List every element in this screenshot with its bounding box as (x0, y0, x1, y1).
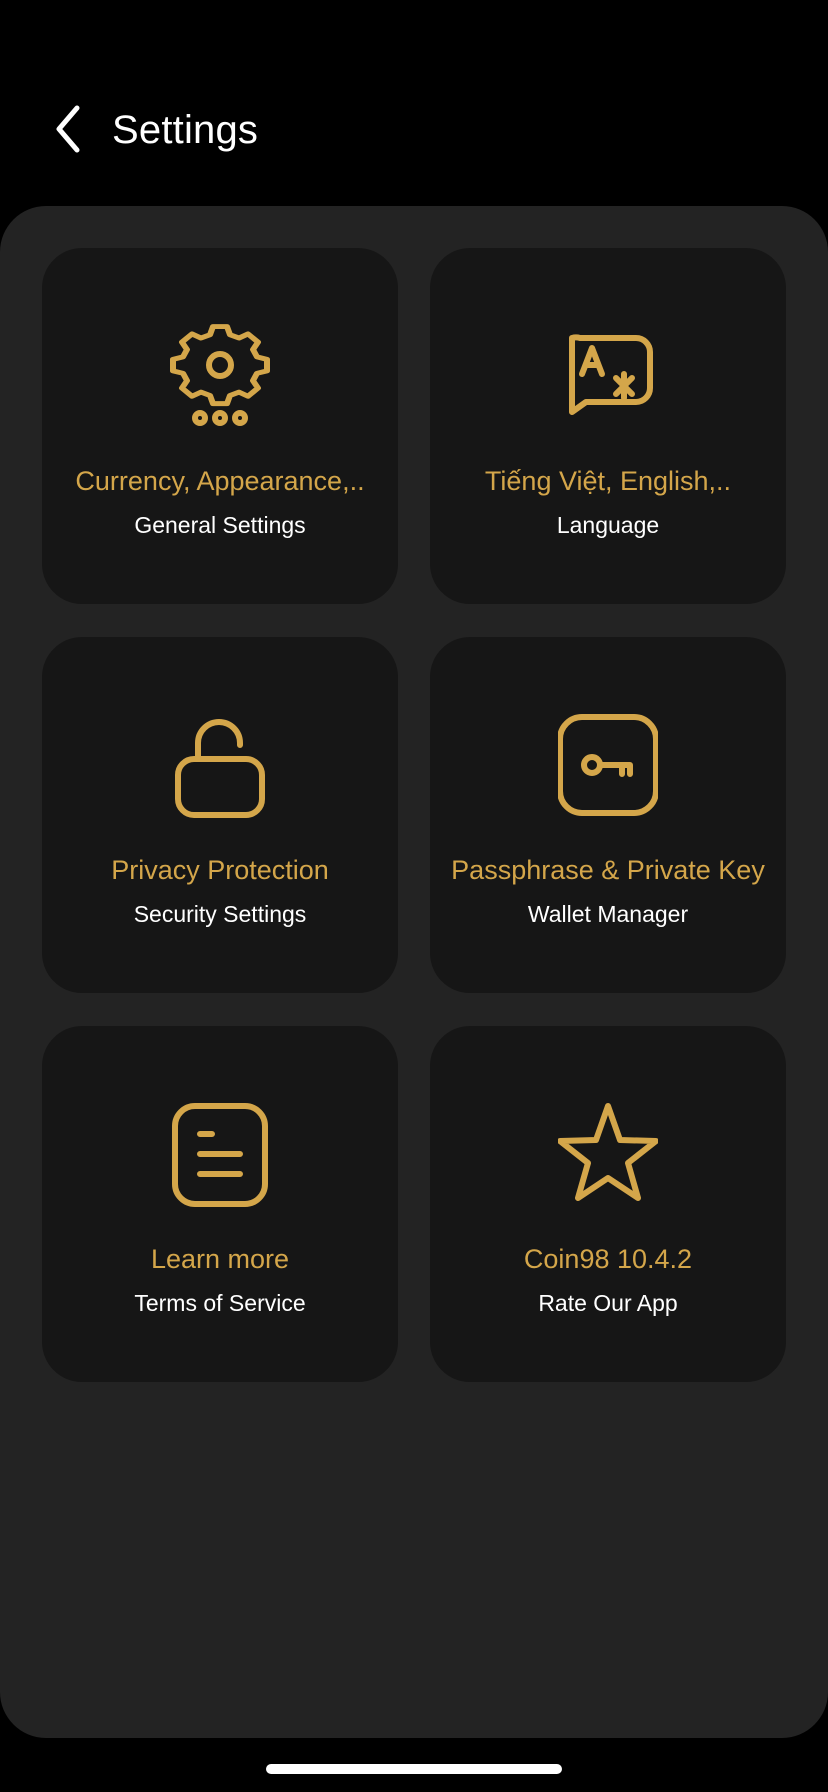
gear-icon (170, 322, 270, 430)
card-subtitle: Wallet Manager (527, 901, 689, 927)
card-title: Privacy Protection (111, 855, 329, 885)
wallet-manager-card[interactable]: Passphrase & Private Key Wallet Manager (430, 637, 786, 993)
page-title: Settings (112, 108, 259, 152)
card-subtitle: Terms of Service (134, 1290, 306, 1316)
card-title: Coin98 10.4.2 (523, 1244, 693, 1274)
language-card[interactable]: Tiếng Việt, English,.. Language (430, 248, 786, 604)
card-title: Passphrase & Private Key (451, 855, 765, 885)
card-subtitle: Language (556, 512, 660, 538)
back-button[interactable] (38, 96, 98, 162)
document-icon (170, 1100, 270, 1208)
star-icon (558, 1100, 658, 1208)
card-subtitle: Rate Our App (538, 1290, 678, 1316)
translate-icon (558, 322, 658, 430)
home-indicator[interactable] (266, 1764, 562, 1774)
unlock-icon (170, 711, 270, 819)
card-title: Currency, Appearance,.. (75, 466, 365, 496)
header-bar: Settings (0, 0, 828, 206)
terms-of-service-card[interactable]: Learn more Terms of Service (42, 1026, 398, 1382)
card-subtitle: Security Settings (133, 901, 307, 927)
card-title: Learn more (150, 1244, 290, 1274)
card-title: Tiếng Việt, English,.. (484, 466, 732, 496)
key-icon (558, 711, 658, 819)
chevron-left-icon (56, 105, 80, 153)
settings-panel: Currency, Appearance,.. General Settings… (0, 206, 828, 1738)
security-settings-card[interactable]: Privacy Protection Security Settings (42, 637, 398, 993)
general-settings-card[interactable]: Currency, Appearance,.. General Settings (42, 248, 398, 604)
rate-our-app-card[interactable]: Coin98 10.4.2 Rate Our App (430, 1026, 786, 1382)
card-subtitle: General Settings (134, 512, 306, 538)
